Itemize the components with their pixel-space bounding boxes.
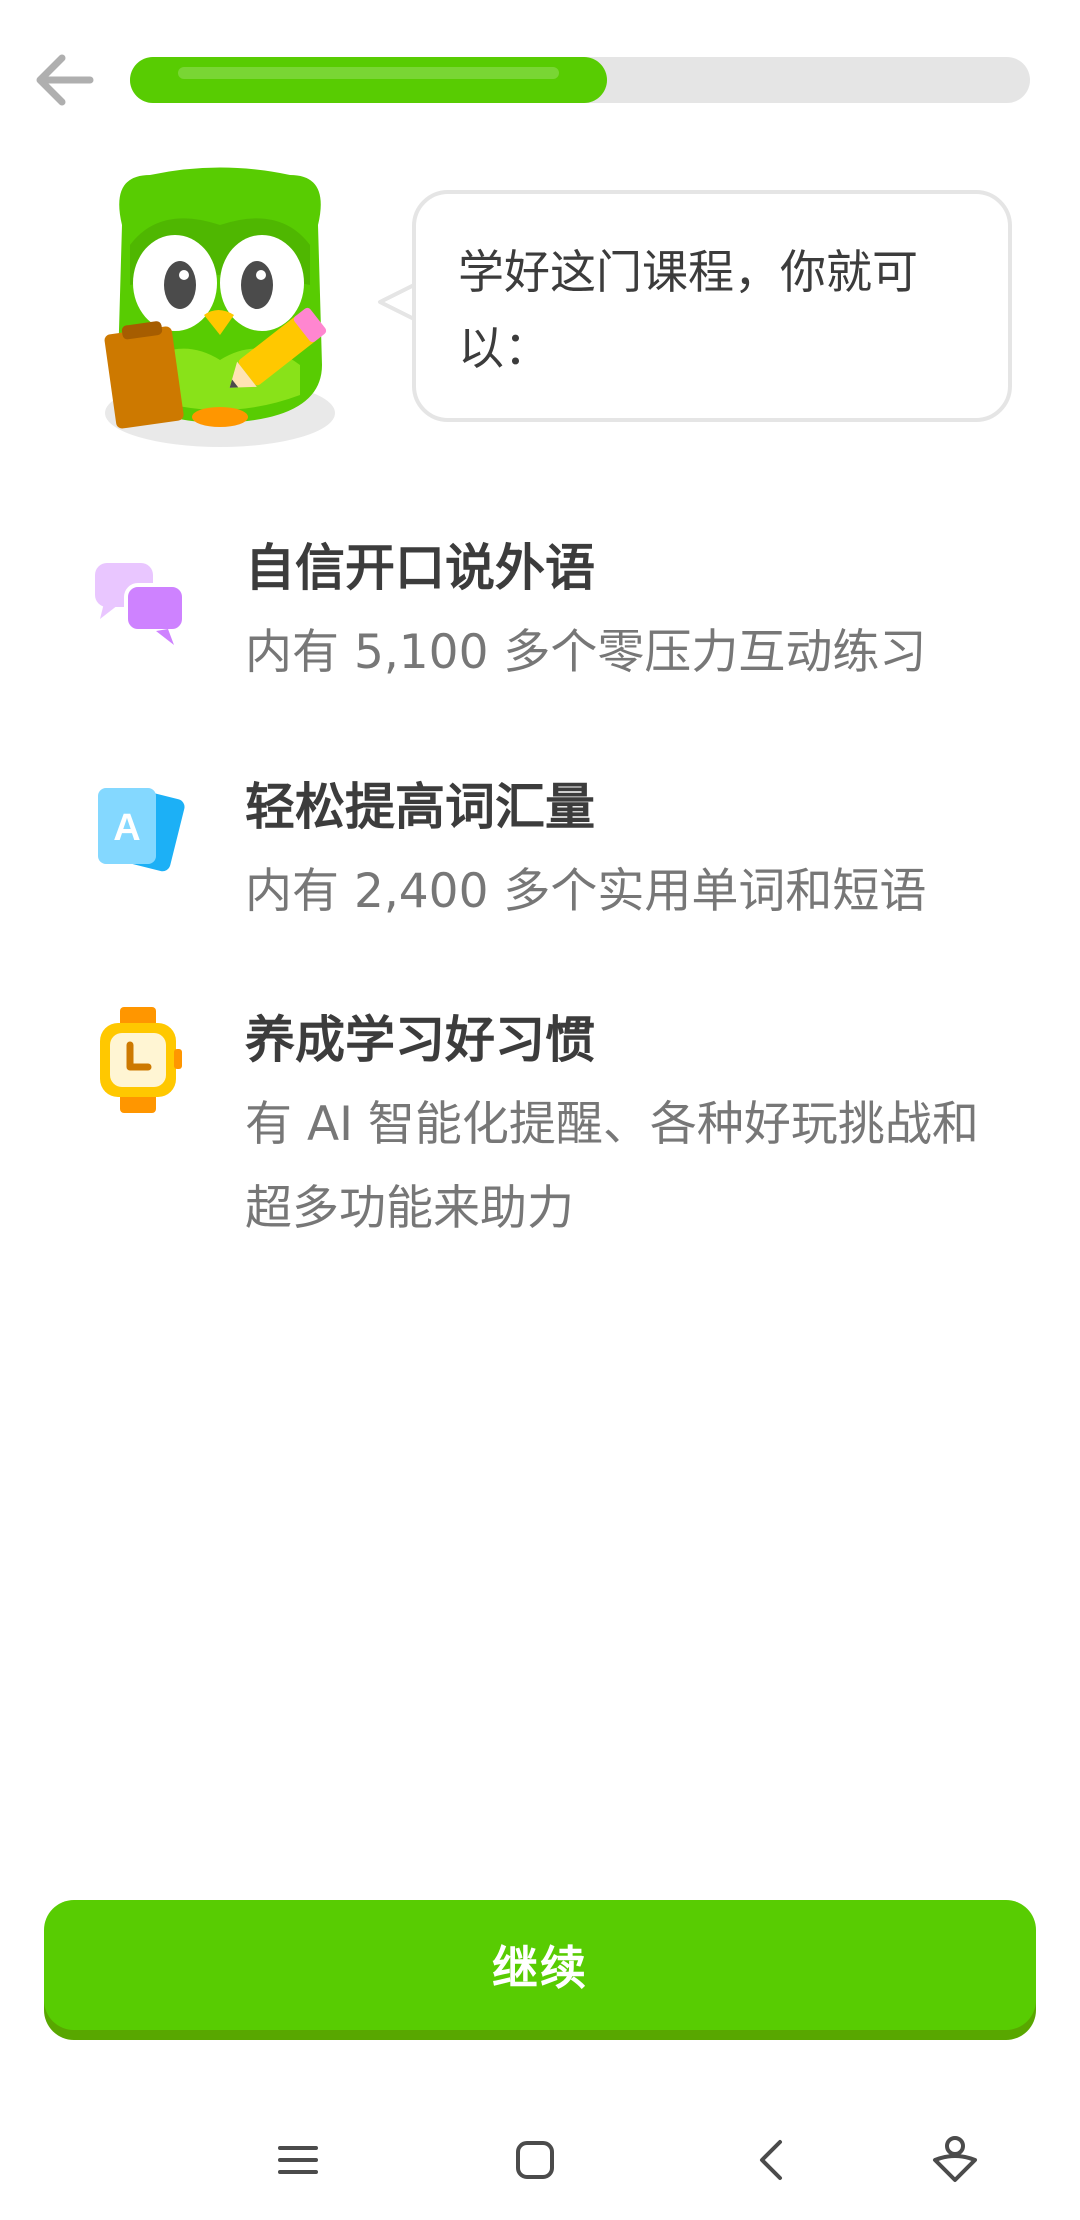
feature-description: 内有 2,400 多个实用单词和短语: [245, 864, 927, 919]
back-icon[interactable]: [742, 2130, 802, 2190]
speech-bubbles-icon: [90, 553, 190, 653]
speech-bubble: 学好这门课程，你就可以：: [412, 190, 1012, 422]
progress-bar-highlight: [178, 67, 559, 79]
home-icon[interactable]: [505, 2130, 565, 2190]
feature-title: 养成学习好习惯: [245, 1011, 595, 1069]
feature-title: 轻松提高词汇量: [245, 778, 595, 836]
owl-mascot-icon: [100, 165, 340, 450]
assistant-icon[interactable]: [925, 2130, 985, 2190]
arrow-left-icon[interactable]: [30, 45, 100, 115]
feature-description: 内有 5,100 多个零压力互动练习: [245, 625, 927, 680]
watch-icon: [90, 1005, 190, 1113]
feature-description: 有 AI 智能化提醒、各种好玩挑战和超多功能来助力: [245, 1097, 979, 1236]
progress-bar: [130, 57, 1030, 103]
system-navigation-bar: [0, 2100, 1080, 2220]
continue-button[interactable]: 继续: [44, 1900, 1036, 2030]
speech-bubble-text: 学好这门课程，你就可以：: [458, 245, 918, 375]
progress-bar-fill: [130, 57, 607, 103]
menu-icon[interactable]: [268, 2130, 328, 2190]
svg-text:A: A: [113, 807, 140, 849]
feature-title: 自信开口说外语: [245, 539, 595, 597]
speech-bubble-tail: [378, 282, 416, 322]
flashcards-icon: A: [90, 782, 190, 882]
